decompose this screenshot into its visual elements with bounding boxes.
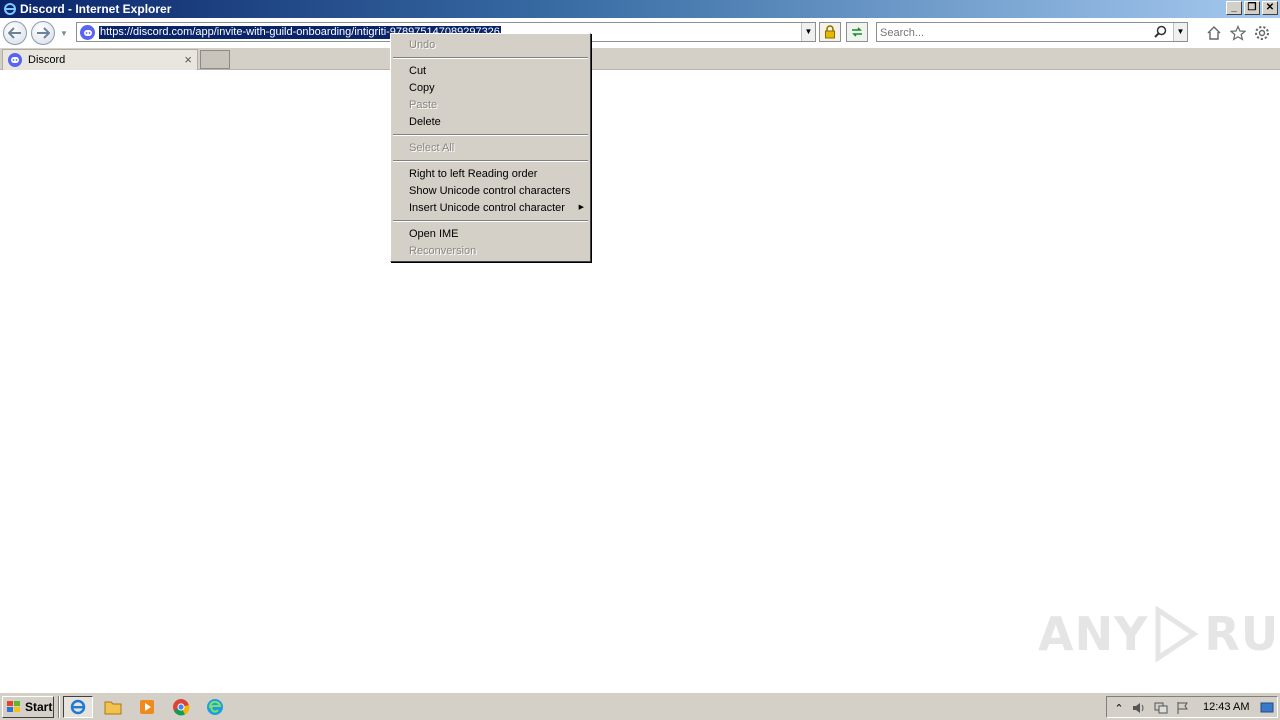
menu-item-delete[interactable]: Delete [409,116,441,128]
favorites-star-icon[interactable] [1229,24,1247,42]
chrome-icon [173,699,190,716]
menu-item-reconversion[interactable]: Reconversion [409,245,476,257]
ie-icon [70,699,86,715]
lock-icon [825,25,835,39]
menu-separator [393,220,588,222]
menu-item-show-unicode[interactable]: Show Unicode control characters [409,185,570,197]
history-dropdown-icon[interactable]: ▼ [60,29,68,38]
start-button[interactable]: Start [2,696,54,718]
action-center-flag-icon[interactable] [1175,700,1191,716]
home-icon[interactable] [1205,24,1223,42]
refresh-icon [852,27,862,37]
search-box[interactable]: ▼ [876,22,1188,42]
anyrun-watermark: ANY RUN [1038,606,1280,662]
volume-icon[interactable] [1131,700,1147,716]
network-icon[interactable] [1153,700,1169,716]
taskbar-edge-button[interactable] [200,696,230,718]
taskbar-media-player-button[interactable] [132,696,162,718]
tab-strip: Discord × [0,48,1280,70]
taskbar-clock[interactable]: 12:43 AM [1203,701,1249,713]
navigation-bar: ▼ https://discord.com/app/invite-with-gu… [0,18,1280,48]
taskbar-explorer-button[interactable] [98,696,128,718]
menu-item-rtl-reading-order[interactable]: Right to left Reading order [409,168,537,180]
edge-icon [207,699,223,715]
taskbar-ie-button[interactable] [63,696,93,718]
back-button[interactable] [3,21,27,45]
close-window-button[interactable]: ✕ [1262,1,1278,15]
media-player-icon [140,700,154,714]
taskbar-separator [58,696,60,718]
windows-logo-icon [7,701,20,712]
menu-separator [393,160,588,162]
menu-item-cut[interactable]: Cut [409,65,426,77]
play-logo-icon [1155,606,1199,662]
new-tab-button[interactable] [200,50,230,69]
context-menu: Undo Cut Copy Paste Delete Select All Ri… [390,33,591,262]
search-input[interactable] [880,25,1150,40]
arrow-left-icon [8,27,21,39]
discord-favicon-icon [80,25,95,40]
start-label: Start [25,700,53,714]
security-lock-button[interactable] [819,22,841,42]
show-hidden-icons-icon[interactable]: ⌃ [1111,700,1127,716]
menu-item-open-ime[interactable]: Open IME [409,228,459,240]
menu-item-copy[interactable]: Copy [409,82,435,94]
minimize-button[interactable]: _ [1226,1,1242,15]
taskbar-chrome-button[interactable] [166,696,196,718]
refresh-button[interactable] [846,22,868,42]
ie-logo-icon [2,1,18,17]
taskbar: Start ⌃ 12:43 AM [0,692,1280,720]
search-icon[interactable] [1154,25,1167,41]
watermark-text-left: ANY [1038,607,1149,661]
discord-tab-icon [8,53,22,67]
watermark-text-right: RUN [1204,607,1280,661]
arrow-right-icon [37,27,50,39]
menu-item-undo[interactable]: Undo [409,39,435,51]
menu-item-insert-unicode[interactable]: Insert Unicode control character [409,202,565,214]
tab-discord[interactable]: Discord × [2,49,198,70]
search-dropdown-icon[interactable]: ▼ [1173,23,1187,41]
menu-item-paste[interactable]: Paste [409,99,437,111]
window-title: Discord - Internet Explorer [20,2,172,16]
submenu-arrow-icon: ▶ [578,204,584,211]
restore-button[interactable]: ❐ [1244,1,1260,15]
window-titlebar: Discord - Internet Explorer _ ❐ ✕ [0,0,1280,18]
folder-icon [104,701,122,715]
gear-icon[interactable] [1253,24,1271,42]
address-dropdown-icon[interactable]: ▼ [801,23,815,41]
close-tab-icon[interactable]: × [184,52,192,67]
tab-label: Discord [28,54,66,66]
show-desktop-icon[interactable] [1259,700,1275,716]
forward-button[interactable] [31,21,55,45]
menu-separator [393,57,588,59]
menu-separator [393,134,588,136]
menu-item-select-all[interactable]: Select All [409,142,454,154]
system-tray: ⌃ 12:43 AM [1106,696,1278,718]
